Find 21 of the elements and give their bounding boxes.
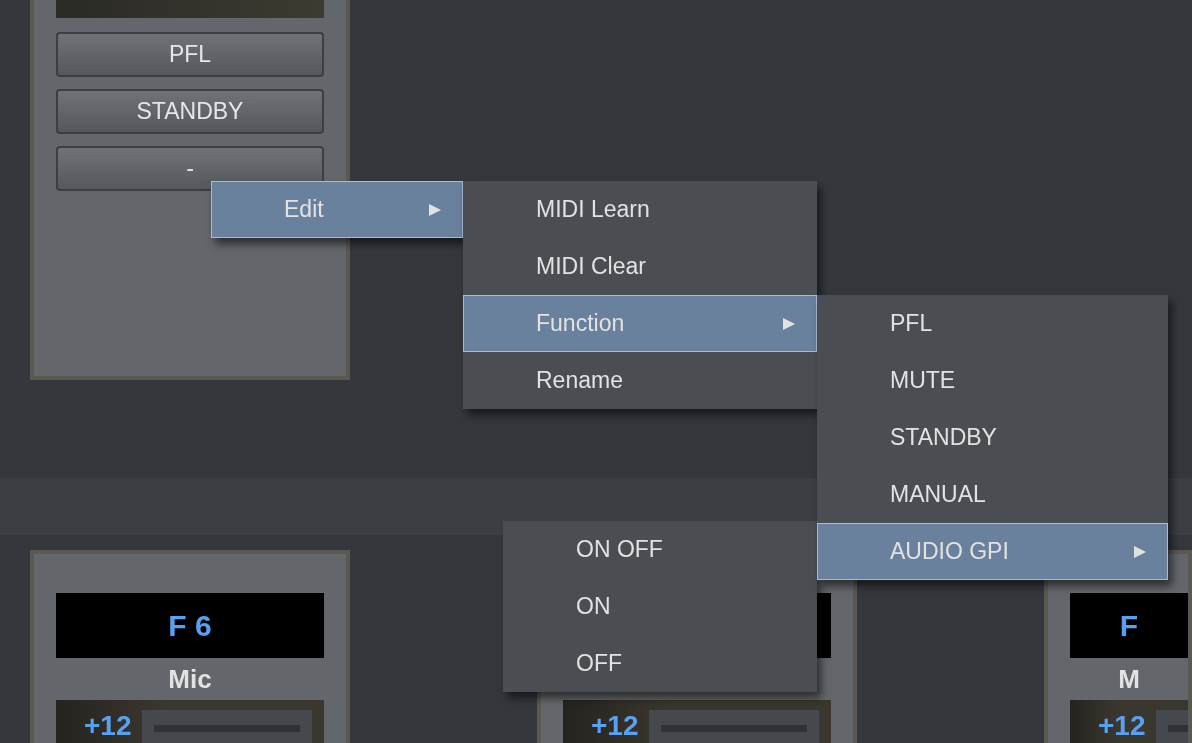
gain-value: +12 (1098, 710, 1146, 742)
menu-item[interactable]: MIDI Learn (463, 181, 817, 238)
gain-slider[interactable] (1167, 724, 1188, 732)
menu-item[interactable]: ON (503, 578, 817, 635)
menu-item[interactable]: STANDBY (817, 409, 1168, 466)
menu-item[interactable]: MIDI Clear (463, 238, 817, 295)
channel-name: Mic (168, 663, 212, 695)
menu-item[interactable]: MANUAL (817, 466, 1168, 523)
channel-display: F (1070, 593, 1188, 658)
menu-item[interactable]: OFF (503, 635, 817, 692)
menu-item[interactable]: Rename (463, 352, 817, 409)
menu-item[interactable]: MUTE (817, 352, 1168, 409)
menu-item[interactable]: ON OFF (503, 521, 817, 578)
channel-display: F 6 (56, 593, 324, 658)
gain-value: +12 (84, 710, 132, 742)
strip-button[interactable]: PFL (56, 32, 324, 77)
gain-value: +12 (591, 710, 639, 742)
channel-name: M (1118, 663, 1140, 695)
strip-button[interactable]: - (56, 146, 324, 191)
strip-button[interactable]: STANDBY (56, 89, 324, 134)
menu-item[interactable]: PFL (817, 295, 1168, 352)
